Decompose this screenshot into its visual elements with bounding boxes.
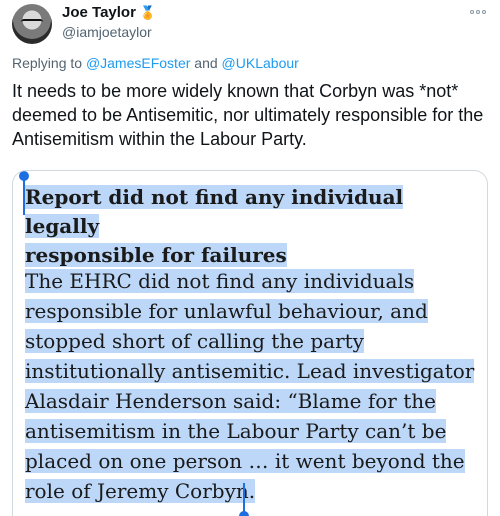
article-body-line: role of Jeremy Corbyn.: [25, 479, 256, 503]
article-body-line: Alasdair Henderson said: “Blame for the: [25, 389, 436, 413]
more-options-icon[interactable]: [468, 6, 488, 18]
article-body-line: stopped short of calling the party: [25, 329, 364, 353]
name-row: Joe Taylor 🏅: [62, 4, 156, 22]
mention-link-jamesefoster[interactable]: @JamesEFoster: [86, 55, 190, 71]
article-heading: Report did not find any individual legal…: [25, 183, 465, 270]
author-info: Joe Taylor 🏅 @iamjoetaylor: [62, 4, 156, 42]
replying-conjunction: and: [194, 55, 218, 71]
replying-to-line: Replying to @JamesEFoster and @UKLabour: [12, 54, 299, 72]
article-body-line: institutionally antisemitic. Lead invest…: [25, 359, 475, 383]
replying-prefix: Replying to: [12, 55, 83, 71]
article-heading-line-2: responsible for failures: [25, 243, 287, 267]
article-body-line: responsible for unlawful behaviour, and: [25, 299, 428, 323]
article-body: The EHRC did not find any individuals re…: [25, 266, 475, 506]
tweet-header: Joe Taylor 🏅 @iamjoetaylor: [12, 4, 488, 44]
display-name[interactable]: Joe Taylor: [62, 4, 136, 22]
avatar-glasses: [21, 19, 43, 25]
mention-link-uklabour[interactable]: @UKLabour: [222, 55, 299, 71]
article-body-line: placed on one person … it went beyond th…: [25, 449, 465, 473]
article-body-line: antisemitism in the Labour Party can’t b…: [25, 419, 447, 443]
avatar[interactable]: [12, 4, 52, 44]
article-body-line: The EHRC did not find any individuals: [25, 269, 415, 293]
badge-emoji: 🏅: [139, 5, 157, 20]
selection-end-handle: [239, 483, 249, 516]
article-heading-line-1: Report did not find any individual legal…: [25, 185, 404, 238]
user-handle[interactable]: @iamjoetaylor: [62, 22, 156, 42]
attached-image[interactable]: Report did not find any individual legal…: [12, 170, 488, 516]
tweet-text: It needs to be more widely known that Co…: [12, 81, 484, 149]
